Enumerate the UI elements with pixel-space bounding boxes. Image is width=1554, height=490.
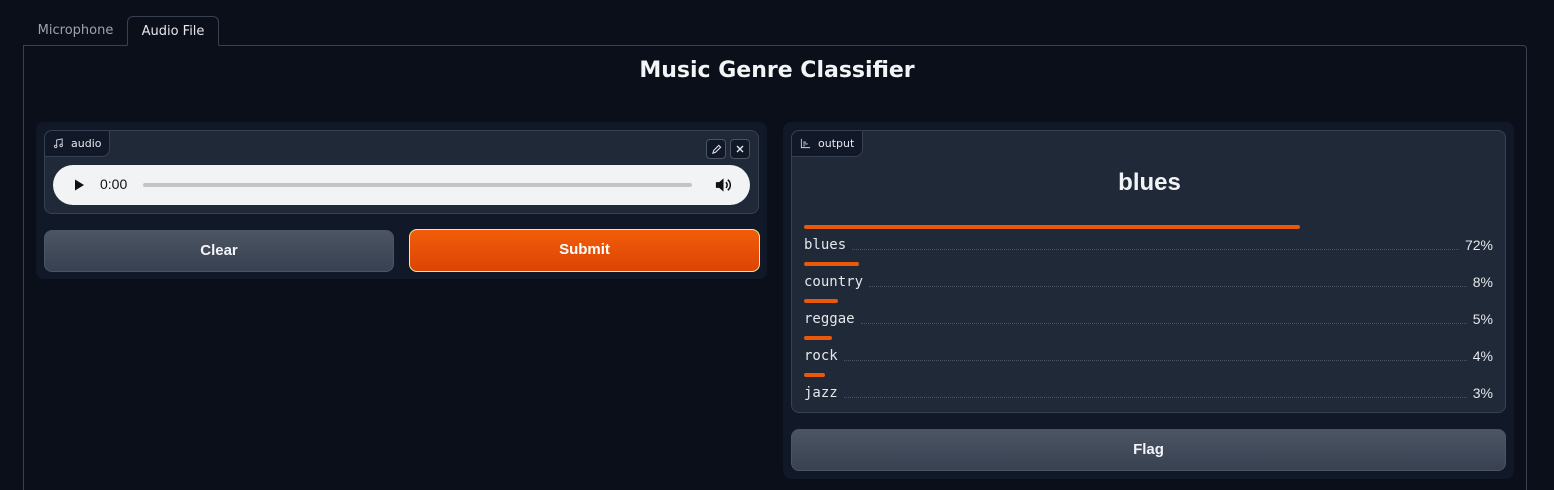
confidence-row: rock 4% xyxy=(804,336,1493,373)
output-label: output xyxy=(791,130,864,157)
confidence-bar xyxy=(804,262,859,266)
confidence-label: country xyxy=(804,274,864,290)
predicted-label: blues xyxy=(1118,169,1181,196)
dotted-leader xyxy=(843,396,1467,398)
confidence-bar xyxy=(804,225,1300,229)
output-label-text: output xyxy=(818,137,855,150)
audio-label-text: audio xyxy=(71,137,102,150)
dotted-leader xyxy=(843,359,1467,361)
confidence-label: rock xyxy=(804,348,838,364)
confidence-bar xyxy=(804,373,825,377)
confidence-row: blues 72% xyxy=(804,225,1493,262)
play-icon[interactable] xyxy=(71,177,87,193)
pencil-icon xyxy=(711,144,721,154)
flag-button[interactable]: Flag xyxy=(791,429,1506,471)
confidence-value: 5% xyxy=(1472,311,1493,327)
output-column: output blues blues 72% country 8% reggae… xyxy=(783,122,1514,479)
audio-input: audio 0:00 xyxy=(44,130,759,214)
confidence-label: reggae xyxy=(804,311,855,327)
input-column: audio 0:00 Clear Submit xyxy=(36,122,767,279)
tab-audio-file[interactable]: Audio File xyxy=(127,16,219,46)
clear-button[interactable]: Clear xyxy=(44,230,394,272)
confidence-bar xyxy=(804,336,832,340)
confidence-bar xyxy=(804,299,838,303)
submit-button[interactable]: Submit xyxy=(409,229,760,272)
dotted-leader xyxy=(869,285,1467,287)
volume-icon[interactable] xyxy=(714,176,733,194)
tab-microphone[interactable]: Microphone xyxy=(24,16,127,46)
bar-chart-icon xyxy=(800,138,811,149)
confidence-value: 4% xyxy=(1472,348,1493,364)
player-time: 0:00 xyxy=(100,176,128,192)
confidence-row: jazz 3% xyxy=(804,373,1493,410)
dotted-leader xyxy=(852,248,1459,250)
confidence-value: 3% xyxy=(1472,385,1493,401)
confidence-label: jazz xyxy=(804,385,838,401)
close-icon xyxy=(736,145,744,153)
confidence-row: reggae 5% xyxy=(804,299,1493,336)
player-progress-track[interactable] xyxy=(143,183,692,187)
page-title: Music Genre Classifier xyxy=(639,58,915,83)
confidence-label: blues xyxy=(804,237,847,253)
confidence-value: 8% xyxy=(1472,274,1493,290)
dotted-leader xyxy=(860,322,1467,324)
confidence-value: 72% xyxy=(1464,237,1493,253)
edit-button[interactable] xyxy=(706,139,726,159)
confidence-row: country 8% xyxy=(804,262,1493,299)
close-button[interactable] xyxy=(730,139,750,159)
audio-label: audio xyxy=(44,130,111,157)
audio-player: 0:00 xyxy=(53,165,750,205)
music-note-icon xyxy=(53,138,63,149)
output-label-panel: output blues blues 72% country 8% reggae… xyxy=(791,130,1506,413)
